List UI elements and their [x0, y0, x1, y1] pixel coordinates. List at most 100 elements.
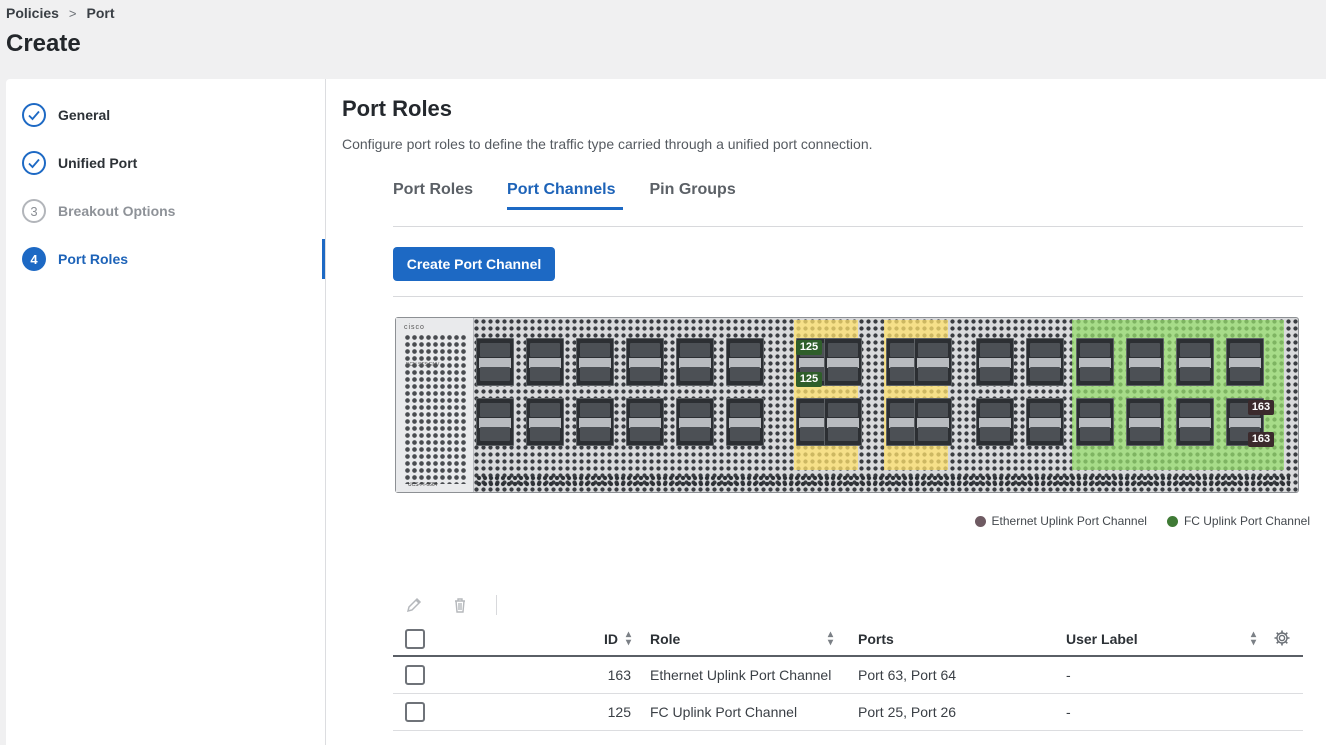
port-latch: [729, 418, 761, 428]
port-cage[interactable]: [576, 398, 614, 446]
port-cage[interactable]: [626, 398, 664, 446]
edit-icon[interactable]: [404, 595, 424, 615]
breadcrumb-port[interactable]: Port: [87, 5, 115, 21]
column-header-role[interactable]: Role ▴ ▾: [650, 623, 833, 655]
port-latch: [1179, 418, 1211, 428]
role-text: Ethernet Uplink Port Channel: [650, 666, 832, 683]
divider: [393, 296, 1303, 297]
port-latch: [529, 358, 561, 368]
column-header-id[interactable]: ID ▴ ▾: [543, 623, 631, 655]
port-latch: [827, 358, 859, 368]
table-settings[interactable]: [1273, 623, 1291, 655]
port-cage[interactable]: [1126, 398, 1164, 446]
port-latch: [1029, 358, 1061, 368]
legend-dot: [1166, 515, 1178, 527]
tab-pin-groups[interactable]: Pin Groups: [649, 171, 735, 211]
port-latch: [1229, 418, 1261, 428]
port-cage[interactable]: [476, 338, 514, 386]
port-cage[interactable]: [1176, 338, 1214, 386]
port-cage[interactable]: [1126, 338, 1164, 386]
port-cage[interactable]: [1076, 338, 1114, 386]
breadcrumb-separator: >: [68, 5, 77, 21]
legend: Ethernet Uplink Port Channel FC Uplink P…: [974, 514, 1310, 528]
sort-icon[interactable]: ▴ ▾: [626, 630, 631, 648]
port-latch: [827, 418, 859, 428]
port-latch: [579, 418, 611, 428]
port-channel-tag[interactable]: 163: [1248, 432, 1274, 447]
legend-item: Ethernet Uplink Port Channel: [974, 514, 1147, 528]
step-breakout-options[interactable]: 3 Breakout Options: [22, 199, 175, 223]
port-cage[interactable]: [1076, 398, 1114, 446]
sort-icon[interactable]: ▴ ▾: [828, 630, 833, 648]
port-cage[interactable]: [824, 338, 862, 386]
table-row[interactable]: 125 FC Uplink Port Channel Port 25, Port…: [393, 694, 1303, 731]
step-unified-port[interactable]: Unified Port: [22, 151, 137, 175]
port-cage[interactable]: [576, 338, 614, 386]
port-cage[interactable]: [626, 338, 664, 386]
port-cage[interactable]: [726, 338, 764, 386]
table-actions: [404, 595, 497, 615]
page-title: Create: [6, 30, 81, 57]
tab-port-roles[interactable]: Port Roles: [393, 171, 473, 211]
port-cage[interactable]: [1226, 338, 1264, 386]
port-cage[interactable]: [914, 338, 952, 386]
port-cage[interactable]: [476, 398, 514, 446]
section-description: Configure port roles to define the traff…: [342, 136, 873, 152]
sort-icon[interactable]: ▴ ▾: [1251, 630, 1256, 648]
section-title: Port Roles: [342, 96, 453, 121]
port-cage[interactable]: [824, 398, 862, 446]
tab-port-channels[interactable]: Port Channels: [507, 171, 624, 211]
step-label: Unified Port: [58, 155, 138, 171]
port-cage[interactable]: [914, 398, 952, 446]
port-cage[interactable]: [1026, 338, 1064, 386]
step-number: 3: [22, 199, 46, 223]
step-port-roles[interactable]: 4 Port Roles: [22, 247, 128, 271]
port-latch: [1029, 418, 1061, 428]
column-label: Role: [650, 631, 681, 647]
delete-icon[interactable]: [450, 595, 470, 615]
legend-label: FC Uplink Port Channel: [1183, 514, 1310, 528]
row-checkbox[interactable]: [405, 702, 425, 722]
column-header-ports[interactable]: Ports: [858, 623, 894, 655]
port-latch: [1129, 418, 1161, 428]
role-text: FC Uplink Port Channel: [650, 703, 798, 720]
port-cage[interactable]: [1176, 398, 1214, 446]
cell-user-label: -: [1066, 704, 1071, 720]
step-label: General: [58, 107, 111, 123]
vent-grill: [404, 334, 466, 484]
step-general[interactable]: General: [22, 103, 110, 127]
port-channel-tag[interactable]: 163: [1248, 400, 1274, 415]
port-cage[interactable]: [1026, 398, 1064, 446]
port-channel-tag[interactable]: 125: [796, 340, 822, 355]
port-latch: [979, 418, 1011, 428]
port-latch: [479, 358, 511, 368]
cell-role: Ethernet Uplink Port Channel: [650, 657, 840, 693]
column-header-user-label[interactable]: User Label ▴ ▾: [1066, 623, 1256, 655]
port-cage[interactable]: [676, 338, 714, 386]
port-latch: [917, 418, 949, 428]
port-latch: [679, 418, 711, 428]
port-latch: [1079, 358, 1111, 368]
port-cage[interactable]: [526, 338, 564, 386]
table-header: ID ▴ ▾ Role ▴ ▾ Ports User Label ▴ ▾: [393, 623, 1303, 657]
port-cage[interactable]: [976, 398, 1014, 446]
port-cage[interactable]: [526, 398, 564, 446]
gear-icon[interactable]: [1273, 629, 1291, 650]
port-cage[interactable]: [726, 398, 764, 446]
cell-ports: Port 25, Port 26: [858, 704, 957, 720]
tabs-divider: [393, 226, 1303, 227]
table-row[interactable]: 163 Ethernet Uplink Port Channel Port 63…: [393, 657, 1303, 694]
create-port-channel-button[interactable]: Create Port Channel: [393, 247, 555, 281]
select-all-checkbox[interactable]: [405, 629, 425, 649]
cell-role: FC Uplink Port Channel: [650, 694, 840, 730]
breadcrumb-policies[interactable]: Policies: [6, 5, 59, 21]
bottom-vent-grill: [476, 475, 1290, 487]
port-cage[interactable]: [976, 338, 1014, 386]
legend-item: FC Uplink Port Channel: [1166, 514, 1310, 528]
step-label: Port Roles: [58, 251, 129, 267]
cell-id: 125: [607, 704, 631, 720]
cisco-logo: cisco: [404, 324, 425, 331]
port-cage[interactable]: [676, 398, 714, 446]
port-channel-tag[interactable]: 125: [796, 372, 822, 387]
row-checkbox[interactable]: [405, 665, 425, 685]
